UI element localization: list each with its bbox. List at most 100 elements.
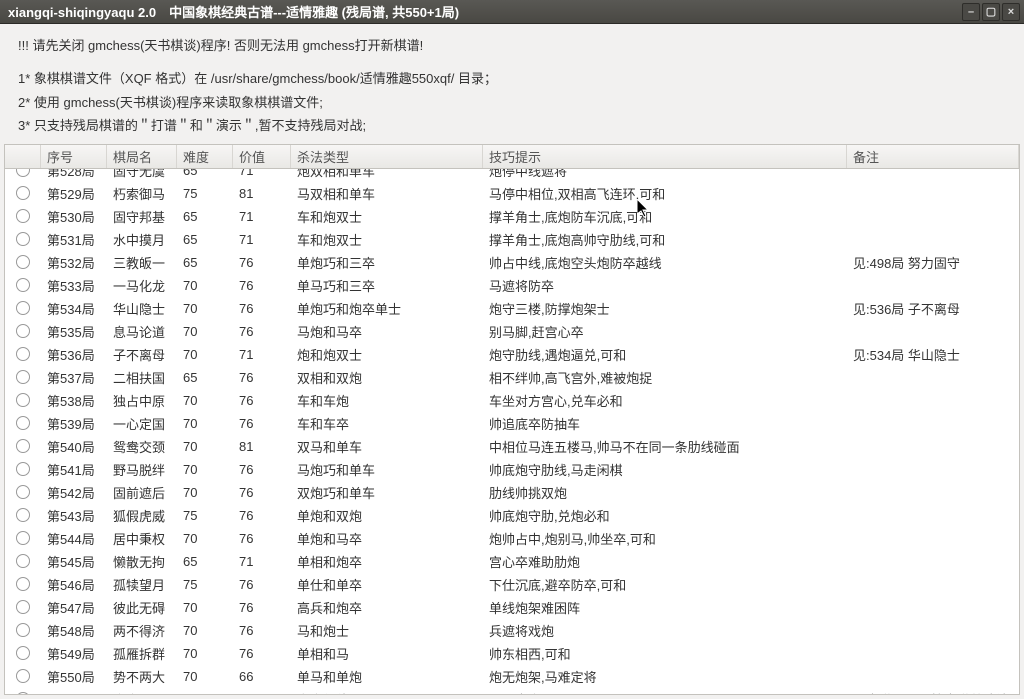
table-body[interactable]: 第528局固守无虞6571炮双相和单车炮停中线遮将第529局朽索御马7581马双… (5, 169, 1019, 694)
row-radio[interactable] (5, 169, 41, 182)
table-row[interactable]: 第540局鸳鸯交颈7081双马和单车中相位马连五楼马,帅马不在同一条肋线碰面 (5, 435, 1019, 458)
cell-note (847, 435, 1019, 458)
table-row[interactable]: 第532局三教皈一6576单炮巧和三卒帅占中线,底炮空头炮防卒越线见:498局 … (5, 251, 1019, 274)
row-radio[interactable] (5, 665, 41, 688)
col-seq[interactable]: 序号 (41, 145, 107, 168)
table-row[interactable]: 第533局一马化龙7076单马巧和三卒马遮将防卒 (5, 274, 1019, 297)
row-radio[interactable] (5, 389, 41, 412)
cell-tip: 马压中士 (483, 688, 847, 694)
table-row[interactable]: 第535局息马论道7076马炮和马卒别马脚,赶宫心卒 (5, 320, 1019, 343)
window-controls: – ▢ × (962, 3, 1020, 21)
table-row[interactable]: 第528局固守无虞6571炮双相和单车炮停中线遮将 (5, 169, 1019, 182)
cell-type: 马双相和单车 (291, 182, 483, 205)
table-row[interactable]: 第531局水中摸月6571车和炮双士撑羊角士,底炮高帅守肋线,可和 (5, 228, 1019, 251)
col-name[interactable]: 棋局名 (107, 145, 177, 168)
cell-type: 炮和炮双士 (291, 343, 483, 366)
row-radio[interactable] (5, 435, 41, 458)
cell-type: 单炮巧和炮卒单士 (291, 297, 483, 320)
cell-note (847, 481, 1019, 504)
row-radio[interactable] (5, 504, 41, 527)
col-type[interactable]: 杀法类型 (291, 145, 483, 168)
row-radio[interactable] (5, 550, 41, 573)
cell-name: 固守邦基 (107, 205, 177, 228)
cell-note (847, 596, 1019, 619)
cell-val: 71 (233, 228, 291, 251)
col-val[interactable]: 价值 (233, 145, 291, 168)
cell-tip: 炮守肋线,遇炮逼兑,可和 (483, 343, 847, 366)
info-text-area: !!! 请先关闭 gmchess(天书棋谈)程序! 否则无法用 gmchess打… (0, 24, 1024, 144)
table-row[interactable]: 第547局彼此无碍7076高兵和炮卒单线炮架难困阵 (5, 596, 1019, 619)
info-line-1: 1* 象棋棋谱文件（XQF 格式）在 /usr/share/gmchess/bo… (18, 67, 1006, 90)
table-row[interactable]: 第548局两不得济7076马和炮士兵遮将戏炮 (5, 619, 1019, 642)
table-row[interactable]: 第534局华山隐士7076单炮巧和炮卒单士炮守三楼,防撑炮架士见:536局 子不… (5, 297, 1019, 320)
cell-seq: 原_227局 (41, 688, 107, 694)
cell-val: 76 (233, 320, 291, 343)
table-row[interactable]: 第550局势不两大7066单马和单炮炮无炮架,马难定将 (5, 665, 1019, 688)
row-radio[interactable] (5, 251, 41, 274)
table-row[interactable]: 第530局固守邦基6571车和炮双士撑羊角士,底炮防车沉底,可和 (5, 205, 1019, 228)
table-row[interactable]: 第541局野马脱绊7076马炮巧和单车帅底炮守肋线,马走闲棋 (5, 458, 1019, 481)
table-row[interactable]: 第542局固前遮后7076双炮巧和单车肋线帅挑双炮 (5, 481, 1019, 504)
col-tip[interactable]: 技巧提示 (483, 145, 847, 168)
table-row[interactable]: 第549局孤雁拆群7076单相和马帅东相西,可和 (5, 642, 1019, 665)
cell-note: 原古谱无图。按古谱着法补 (847, 688, 1019, 694)
cell-tip: 帅底炮守肋线,马走闲棋 (483, 458, 847, 481)
cell-type: 单马巧和三卒 (291, 274, 483, 297)
table-row[interactable]: 原_227局舍生取义7575离士借位马压中士原古谱无图。按古谱着法补 (5, 688, 1019, 694)
cell-type: 高兵和炮卒 (291, 596, 483, 619)
table-row[interactable]: 第545局懒散无拘6571单相和炮卒宫心卒难助肋炮 (5, 550, 1019, 573)
cell-seq: 第531局 (41, 228, 107, 251)
table-row[interactable]: 第538局独占中原7076车和车炮车坐对方宫心,兑车必和 (5, 389, 1019, 412)
col-note[interactable]: 备注 (847, 145, 1019, 168)
row-radio[interactable] (5, 366, 41, 389)
row-radio[interactable] (5, 412, 41, 435)
row-radio[interactable] (5, 458, 41, 481)
cell-diff: 65 (177, 228, 233, 251)
row-radio[interactable] (5, 274, 41, 297)
row-radio[interactable] (5, 688, 41, 694)
row-radio[interactable] (5, 481, 41, 504)
cell-diff: 70 (177, 458, 233, 481)
maximize-button[interactable]: ▢ (982, 3, 1000, 21)
cell-tip: 炮帅占中,炮别马,帅坐卒,可和 (483, 527, 847, 550)
cell-note (847, 389, 1019, 412)
table-row[interactable]: 第546局孤犊望月7576单仕和单卒下仕沉底,避卒防卒,可和 (5, 573, 1019, 596)
table-row[interactable]: 第539局一心定国7076车和车卒帅追底卒防抽车 (5, 412, 1019, 435)
row-radio[interactable] (5, 573, 41, 596)
cell-seq: 第536局 (41, 343, 107, 366)
cell-tip: 炮无炮架,马难定将 (483, 665, 847, 688)
cell-note (847, 412, 1019, 435)
cell-diff: 70 (177, 297, 233, 320)
row-radio[interactable] (5, 596, 41, 619)
row-radio[interactable] (5, 182, 41, 205)
row-radio[interactable] (5, 527, 41, 550)
cell-tip: 车坐对方宫心,兑车必和 (483, 389, 847, 412)
row-radio[interactable] (5, 619, 41, 642)
table-row[interactable]: 第537局二相扶国6576双相和双炮相不绊帅,高飞宫外,难被炮捉 (5, 366, 1019, 389)
cell-val: 75 (233, 688, 291, 694)
cell-diff: 70 (177, 596, 233, 619)
row-radio[interactable] (5, 228, 41, 251)
table-row[interactable]: 第529局朽索御马7581马双相和单车马停中相位,双相高飞连环,可和 (5, 182, 1019, 205)
row-radio[interactable] (5, 642, 41, 665)
cell-diff: 70 (177, 481, 233, 504)
row-radio[interactable] (5, 297, 41, 320)
cell-note (847, 366, 1019, 389)
row-radio[interactable] (5, 320, 41, 343)
table-row[interactable]: 第543局狐假虎威7576单炮和双炮帅底炮守肋,兑炮必和 (5, 504, 1019, 527)
cell-diff: 75 (177, 182, 233, 205)
col-diff[interactable]: 难度 (177, 145, 233, 168)
cell-seq: 第535局 (41, 320, 107, 343)
cell-name: 狐假虎威 (107, 504, 177, 527)
table-row[interactable]: 第536局子不离母7071炮和炮双士炮守肋线,遇炮逼兑,可和见:534局 华山隐… (5, 343, 1019, 366)
cell-type: 单炮巧和三卒 (291, 251, 483, 274)
row-radio[interactable] (5, 205, 41, 228)
row-radio[interactable] (5, 343, 41, 366)
cell-name: 朽索御马 (107, 182, 177, 205)
cell-diff: 65 (177, 251, 233, 274)
cell-tip: 帅东相西,可和 (483, 642, 847, 665)
table-row[interactable]: 第544局居中秉权7076单炮和马卒炮帅占中,炮别马,帅坐卒,可和 (5, 527, 1019, 550)
close-button[interactable]: × (1002, 3, 1020, 21)
minimize-button[interactable]: – (962, 3, 980, 21)
cell-note (847, 182, 1019, 205)
